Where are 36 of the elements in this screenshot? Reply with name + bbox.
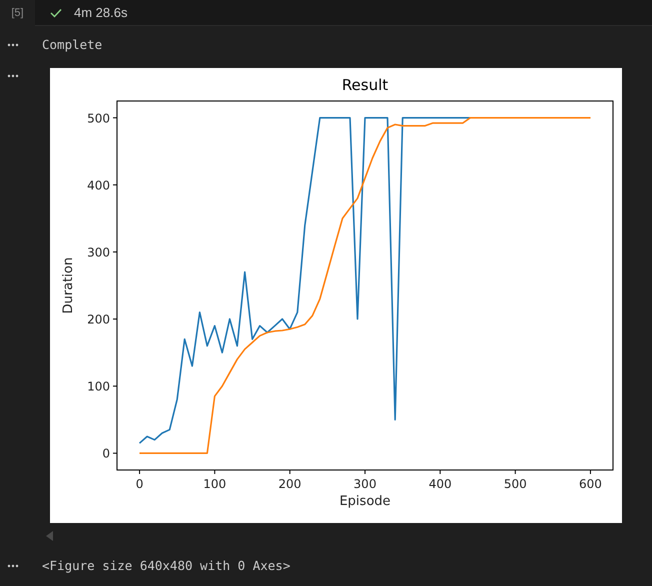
- tick-label: 0: [102, 446, 110, 460]
- tick-mark: [139, 469, 140, 474]
- tick-mark: [514, 469, 516, 474]
- tick-label: 100: [203, 476, 226, 491]
- tick-mark: [112, 184, 118, 186]
- tick-mark: [214, 469, 216, 474]
- tick-mark: [112, 318, 118, 320]
- execution-count: [5]: [11, 6, 24, 21]
- tick-label: 200: [278, 476, 302, 491]
- tick-label: 300: [87, 245, 110, 260]
- run-duration: 4m 28.6s: [74, 4, 128, 22]
- output-text: Complete: [42, 36, 102, 54]
- tick-label: 400: [87, 178, 110, 192]
- tick-label: 500: [504, 476, 527, 491]
- tick-mark: [590, 469, 591, 474]
- more-icon[interactable]: [7, 564, 19, 568]
- tick-label: 0: [136, 476, 144, 491]
- tick-mark: [112, 251, 118, 252]
- tick-label: 600: [579, 476, 602, 491]
- tick-mark: [440, 469, 441, 474]
- more-icon[interactable]: [7, 74, 19, 78]
- output-text: <Figure size 640x480 with 0 Axes>: [42, 556, 290, 575]
- tick-mark: [112, 117, 118, 118]
- tick-label: 500: [87, 111, 110, 126]
- chart-title: Result: [342, 76, 388, 94]
- more-icon[interactable]: [7, 43, 19, 48]
- tick-label: 100: [87, 379, 110, 394]
- tick-mark: [289, 469, 290, 474]
- tick-mark: [112, 385, 118, 386]
- tick-mark: [364, 469, 366, 474]
- tick-mark: [112, 452, 118, 454]
- tick-label: 300: [354, 476, 376, 491]
- tick-label: 200: [87, 312, 110, 326]
- y-axis-label: Duration: [61, 257, 76, 314]
- tick-label: 400: [428, 476, 452, 491]
- x-axis-label: Episode: [339, 494, 391, 509]
